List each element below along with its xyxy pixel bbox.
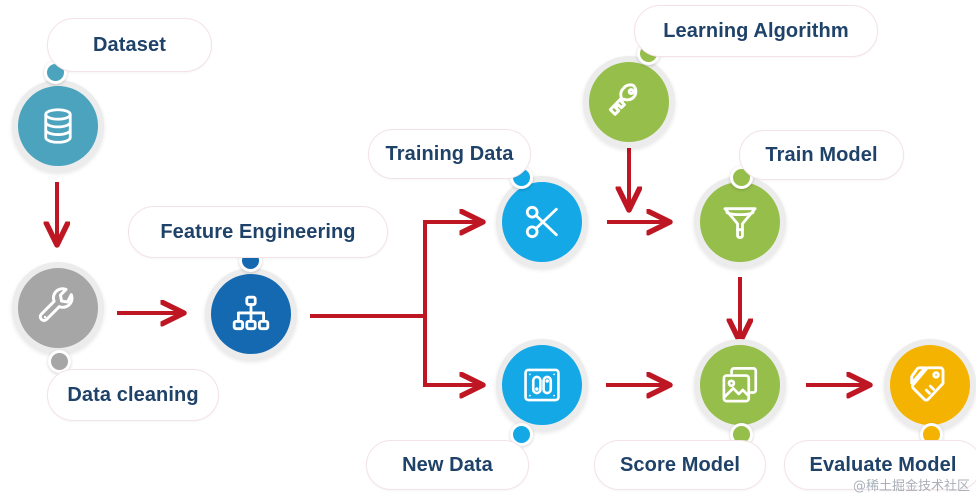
label-new-data-text: New Data <box>402 453 493 476</box>
watermark-text: @稀土掘金技术社区 <box>852 479 970 494</box>
node-score-model[interactable] <box>694 339 786 431</box>
diagram-canvas: Dataset Data cleaning Feature Engineerin… <box>0 0 976 500</box>
edge-branch-up-to-training-data <box>423 222 481 316</box>
label-learning-algorithm-text: Learning Algorithm <box>663 19 849 42</box>
node-learning-algorithm[interactable] <box>583 56 675 148</box>
label-dataset[interactable]: Dataset <box>47 18 212 72</box>
label-training-data-text: Training Data <box>385 142 514 165</box>
label-score-model[interactable]: Score Model <box>594 440 766 490</box>
label-new-data[interactable]: New Data <box>366 440 529 490</box>
wrench-icon <box>37 287 79 329</box>
label-data-cleaning[interactable]: Data cleaning <box>47 369 219 421</box>
tag-icon <box>908 363 952 407</box>
database-icon <box>37 105 79 147</box>
node-feature-engineering[interactable] <box>205 268 297 360</box>
node-train-model[interactable] <box>694 176 786 268</box>
images-icon <box>719 364 761 406</box>
label-learning-algorithm[interactable]: Learning Algorithm <box>634 5 878 57</box>
label-data-cleaning-text: Data cleaning <box>67 383 199 406</box>
label-train-model[interactable]: Train Model <box>739 130 904 180</box>
label-train-model-text: Train Model <box>765 143 878 166</box>
node-new-data[interactable] <box>496 339 588 431</box>
key-icon <box>607 80 651 124</box>
hierarchy-icon <box>230 293 272 335</box>
node-training-data[interactable] <box>496 176 588 268</box>
label-feature-engineering[interactable]: Feature Engineering <box>128 206 388 258</box>
label-feature-engineering-text: Feature Engineering <box>160 220 356 243</box>
node-evaluate-model[interactable] <box>884 339 976 431</box>
edge-branch-down-to-new-data <box>423 316 481 385</box>
dual-panel-icon <box>521 364 563 406</box>
node-data-cleaning[interactable] <box>12 262 104 354</box>
scissors-icon <box>521 201 563 243</box>
label-evaluate-model-text: Evaluate Model <box>809 453 957 476</box>
label-training-data[interactable]: Training Data <box>368 129 531 179</box>
label-dataset-text: Dataset <box>93 33 166 56</box>
label-score-model-text: Score Model <box>619 453 741 476</box>
funnel-icon <box>719 201 761 243</box>
node-dataset[interactable] <box>12 80 104 172</box>
